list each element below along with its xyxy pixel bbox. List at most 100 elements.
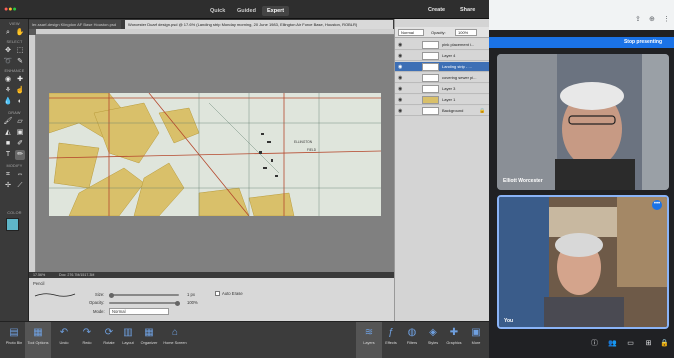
photo-bin-icon: ▤ — [9, 327, 19, 338]
blend-mode-select[interactable]: Normal — [398, 29, 424, 36]
red-eye-tool-icon[interactable]: ◉ — [3, 75, 13, 85]
photoshop-elements-window: ●●● Quick Guided Expert Create Share ler… — [0, 0, 490, 358]
graphics-icon: ✚ — [449, 327, 459, 338]
quick-select-tool-icon[interactable]: ✎ — [15, 57, 25, 67]
section-draw: DRAW — [8, 111, 21, 115]
visibility-eye-icon[interactable]: ◉ — [398, 108, 402, 114]
mode-label: Mode: — [93, 309, 105, 314]
section-view: VIEW — [9, 22, 20, 26]
sponge-tool-icon[interactable]: ◐ — [15, 97, 25, 107]
video-call-window: ⇪ ⊕ ⋮ Stop presenting Elliott Worcester … — [489, 0, 674, 358]
tools-panel: VIEW ⌕ ✋ SELECT ✥ ⬚ ➰ ✎ ENHANCE ◉ ✚ ⚘ ☝ … — [0, 19, 29, 321]
visibility-eye-icon[interactable]: ◉ — [398, 53, 402, 59]
layers-icon: ≋ — [364, 327, 374, 338]
lasso-tool-icon[interactable]: ➰ — [3, 57, 13, 67]
more-button[interactable]: ▣ More — [463, 322, 489, 346]
blur-tool-icon[interactable]: 💧 — [3, 97, 13, 107]
more-options-icon[interactable]: ••• — [652, 200, 662, 210]
opacity-slider[interactable] — [109, 300, 180, 306]
lock-icon[interactable]: 🔒 — [660, 339, 669, 348]
layer-row-selected[interactable]: ◉ Landing strip - ... — [395, 62, 490, 72]
home-screen-button[interactable]: ⌂ Home Screen — [162, 322, 188, 346]
mode-select[interactable]: Normal — [109, 308, 169, 315]
layers-header: Normal Opacity: 100% — [395, 27, 490, 38]
brush-stroke-preview — [34, 293, 76, 297]
window-controls[interactable]: ●●● — [4, 6, 17, 13]
visibility-eye-icon[interactable]: ◉ — [398, 42, 402, 48]
document-tabs: ler-ssarf-design Klingdon AF Base Housto… — [29, 19, 394, 29]
zoom-tool-icon[interactable]: ⌕ — [3, 28, 13, 38]
status-doc-size: Doc: 276.7M/1517.3M — [59, 272, 95, 277]
map-label-2: FIELD — [307, 148, 317, 152]
participant-tile-1[interactable]: Elliott Worcester — [497, 54, 669, 190]
layer-row[interactable]: ◉ covering sewer pi... — [395, 73, 490, 83]
extensions-icon[interactable]: ⊕ — [649, 15, 655, 23]
clone-stamp-icon[interactable]: ⚘ — [3, 86, 13, 96]
healing-brush-icon[interactable]: ✚ — [15, 75, 25, 85]
tab-expert[interactable]: Expert — [262, 6, 290, 16]
visibility-eye-icon[interactable]: ◉ — [398, 75, 402, 81]
activities-icon[interactable]: ⊞ — [644, 339, 653, 348]
gradient-tool-icon[interactable]: ▣ — [15, 128, 25, 138]
foreground-color-swatch[interactable] — [6, 218, 19, 231]
size-slider[interactable] — [109, 292, 179, 298]
shape-tool-icon[interactable]: ■ — [3, 139, 13, 149]
size-value: 1 px — [187, 292, 195, 297]
move-tool-icon[interactable]: ✥ — [3, 46, 13, 56]
eyedropper-icon[interactable]: ✐ — [15, 139, 25, 149]
layer-row[interactable]: ◉ Layer 3 — [395, 84, 490, 94]
content-aware-move-icon[interactable]: ✢ — [3, 181, 13, 191]
paint-bucket-icon[interactable]: ◭ — [3, 128, 13, 138]
layer-row[interactable]: ◉ Layer 4 — [395, 51, 490, 61]
people-icon[interactable]: 👥 — [608, 339, 617, 348]
map-label-1: ELLINGTON — [294, 140, 313, 144]
visibility-eye-icon[interactable]: ◉ — [398, 64, 402, 70]
menu-icon[interactable]: ⋮ — [663, 15, 670, 23]
crop-tool-icon[interactable]: ⌗ — [3, 170, 13, 180]
hand-tool-icon[interactable]: ✋ — [15, 28, 25, 38]
tab-guided[interactable]: Guided — [232, 6, 261, 16]
pencil-tool-icon[interactable]: ✏ — [15, 150, 25, 160]
chat-icon[interactable]: ▭ — [626, 339, 635, 348]
effects-icon: ƒ — [388, 327, 394, 338]
create-button[interactable]: Create — [428, 7, 445, 13]
recompose-tool-icon[interactable]: ⇔ — [15, 170, 25, 180]
map-image[interactable]: ELLINGTON FIELD — [49, 93, 381, 216]
section-enhance: ENHANCE — [4, 69, 25, 73]
browser-toolbar: ⇪ ⊕ ⋮ — [489, 0, 674, 30]
tool-options-panel: Pencil Size: 1 px Opacity: 100% Mode: No… — [29, 278, 394, 321]
home-icon: ⌂ — [171, 327, 179, 338]
layers-opacity-value[interactable]: 100% — [455, 29, 477, 36]
section-select: SELECT — [6, 40, 23, 44]
participant-tile-you[interactable]: ••• You — [497, 195, 669, 329]
layer-row[interactable]: ◉ Layer 1 — [395, 95, 490, 105]
share-button[interactable]: Share — [460, 7, 475, 13]
tool-options-button[interactable]: ▦ Tool Options — [25, 322, 51, 358]
tab-quick[interactable]: Quick — [205, 6, 230, 16]
layer-name: Landing strip - ... — [442, 64, 472, 69]
photo-bin-button[interactable]: ▤ Photo Bin — [1, 322, 27, 346]
layers-panel: Normal Opacity: 100% ◉ pink placement i.… — [394, 19, 490, 321]
share-icon[interactable]: ⇪ — [635, 15, 641, 23]
layout-icon: ▥ — [123, 327, 133, 338]
info-icon[interactable]: ⓘ — [590, 339, 599, 348]
layer-row[interactable]: ◉ Background 🔒 — [395, 106, 490, 116]
straighten-tool-icon[interactable]: ⟋ — [15, 181, 25, 191]
layers-opacity-label: Opacity: — [431, 30, 446, 35]
auto-erase-checkbox[interactable] — [215, 291, 220, 296]
visibility-eye-icon[interactable]: ◉ — [398, 86, 402, 92]
doc-tab-1[interactable]: ler-ssarf-design Klingdon AF Base Housto… — [29, 20, 121, 29]
type-tool-icon[interactable]: T — [3, 150, 13, 160]
eraser-tool-icon[interactable]: ▱ — [15, 117, 25, 127]
brush-tool-icon[interactable]: 🖌 — [3, 117, 13, 127]
visibility-eye-icon[interactable]: ◉ — [398, 97, 402, 103]
section-modify: MODIFY — [6, 164, 23, 168]
organizer-button[interactable]: ▦ Organizer — [136, 322, 162, 346]
doc-tab-2[interactable]: Worcester Duarf design.psd @ 17.6% (Land… — [125, 20, 393, 29]
layer-row[interactable]: ◉ pink placement i... — [395, 40, 490, 50]
stop-presenting-button[interactable]: Stop presenting — [624, 39, 662, 45]
smudge-tool-icon[interactable]: ☝ — [15, 86, 25, 96]
layer-name: Layer 3 — [442, 86, 456, 91]
participant-video-1 — [497, 54, 669, 190]
marquee-tool-icon[interactable]: ⬚ — [15, 46, 25, 56]
